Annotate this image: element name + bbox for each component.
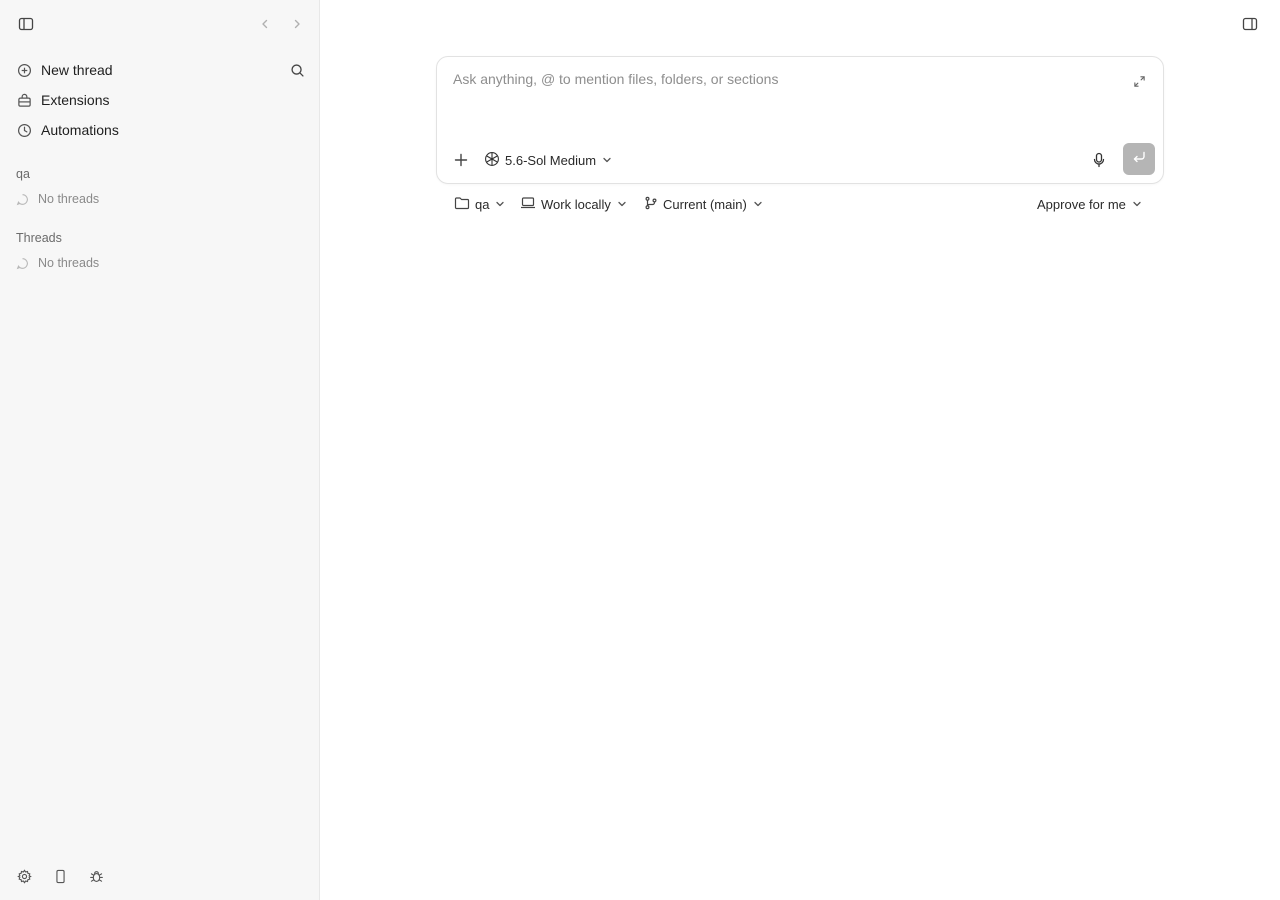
chevron-down-icon — [495, 197, 505, 212]
project-label: qa — [475, 196, 490, 212]
microphone-icon[interactable] — [1087, 148, 1111, 172]
chevron-down-icon — [753, 197, 763, 212]
search-icon[interactable] — [285, 58, 309, 82]
folder-icon — [454, 196, 470, 213]
laptop-icon — [520, 196, 536, 213]
composer: 5.6-Sol Medium — [436, 56, 1164, 184]
forward-arrow-icon[interactable] — [285, 12, 309, 36]
nav-label: New thread — [41, 62, 113, 78]
empty-threads-all: No threads — [16, 256, 99, 270]
sidebar: New thread Extensions Automations qa No … — [0, 0, 320, 900]
environment-label: Work locally — [541, 196, 611, 212]
chat-bubble-icon — [16, 256, 30, 270]
empty-label: No threads — [38, 192, 100, 206]
plus-circle-icon — [16, 62, 32, 78]
toggle-right-panel-icon[interactable] — [1238, 12, 1262, 36]
nav-label: Automations — [41, 122, 119, 138]
branch-selector[interactable]: Current (main) — [644, 194, 763, 214]
environment-selector[interactable]: Work locally — [520, 194, 627, 214]
extensions-icon — [16, 92, 32, 108]
chevron-down-icon — [1132, 197, 1142, 212]
send-button[interactable] — [1123, 143, 1155, 175]
main-panel: 5.6-Sol Medium — [320, 0, 1280, 900]
project-selector[interactable]: qa — [454, 194, 505, 214]
approval-label: Approve for me — [1037, 196, 1126, 212]
prompt-input[interactable] — [453, 71, 1113, 131]
chevron-down-icon — [617, 197, 627, 212]
git-branch-icon — [644, 196, 658, 213]
settings-gear-icon[interactable] — [12, 864, 36, 888]
model-selector[interactable]: 5.6-Sol Medium — [484, 149, 612, 171]
expand-icon[interactable] — [1127, 69, 1151, 93]
empty-threads-qa: No threads — [16, 192, 99, 206]
mobile-device-icon[interactable] — [48, 864, 72, 888]
chat-bubble-icon — [16, 192, 30, 206]
nav-new-thread[interactable]: New thread — [8, 56, 312, 84]
bug-icon[interactable] — [84, 864, 108, 888]
empty-label: No threads — [38, 256, 100, 270]
add-attachment-icon[interactable] — [449, 148, 473, 172]
nav-automations[interactable]: Automations — [8, 116, 312, 144]
nav-extensions[interactable]: Extensions — [8, 86, 312, 114]
clock-icon — [16, 122, 32, 138]
nav-label: Extensions — [41, 92, 110, 108]
section-title-qa: qa — [16, 167, 30, 181]
branch-label: Current (main) — [663, 196, 747, 212]
approval-selector[interactable]: Approve for me — [1037, 194, 1142, 214]
chevron-down-icon — [602, 153, 612, 168]
toggle-sidebar-icon[interactable] — [14, 12, 38, 36]
section-title-threads: Threads — [16, 231, 62, 245]
model-label: 5.6-Sol Medium — [505, 152, 597, 168]
enter-arrow-icon — [1132, 150, 1146, 169]
back-arrow-icon[interactable] — [253, 12, 277, 36]
openai-logo-icon — [484, 151, 500, 170]
